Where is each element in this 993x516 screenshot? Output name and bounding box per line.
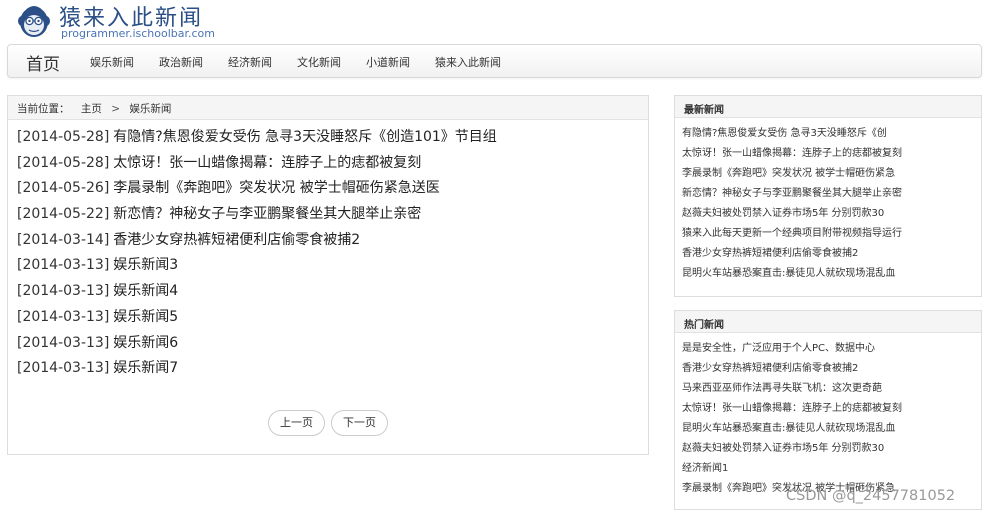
- latest-news-link[interactable]: 李晨录制《奔跑吧》突发状况 被学士帽砸伤紧急: [682, 164, 977, 184]
- nav-link-entertainment[interactable]: 娱乐新闻: [90, 54, 134, 70]
- hot-news-link[interactable]: 是是安全性，广泛应用于个人PC、数据中心: [682, 339, 977, 359]
- latest-news-link[interactable]: 有隐情?焦恩俊爱女受伤 急寻3天没睡怒斥《创: [682, 124, 977, 144]
- hot-news-heading: 热门新闻: [675, 311, 981, 333]
- next-page-button[interactable]: 下一页: [331, 410, 388, 436]
- news-title-link[interactable]: 娱乐新闻6: [113, 335, 178, 351]
- site-logo[interactable]: 猿来入此新闻 programmer.ischoolbar.com: [17, 2, 257, 42]
- nav-home-link[interactable]: 首页: [26, 50, 60, 75]
- hot-news-link[interactable]: 赵薇夫妇被处罚禁入证券市场5年 分别罚款30: [682, 439, 977, 459]
- news-item[interactable]: [2014-05-26] 李晨录制《奔跑吧》突发状况 被学士帽砸伤紧急送医: [17, 177, 648, 203]
- latest-news-link[interactable]: 香港少女穿热裤短裙便利店偷零食被捕2: [682, 244, 977, 264]
- news-date: [2014-05-22]: [17, 206, 110, 223]
- hot-news-link[interactable]: 太惊讶！张一山蜡像揭幕：连脖子上的痣都被复刻: [682, 399, 977, 419]
- top-navbar: 首页 娱乐新闻 政治新闻 经济新闻 文化新闻 小道新闻 猿来入此新闻: [7, 44, 982, 78]
- hot-news-link[interactable]: 昆明火车站暴恐案直击:暴徒见人就砍现场混乱血: [682, 419, 977, 439]
- news-title-link[interactable]: 娱乐新闻7: [113, 360, 178, 376]
- latest-news-link[interactable]: 猿来入此每天更新一个经典项目附带视频指导运行: [682, 224, 977, 244]
- news-item[interactable]: [2014-05-22] 新恋情？神秘女子与李亚鹏聚餐坐其大腿举止亲密: [17, 203, 648, 229]
- news-title-link[interactable]: 有隐情?焦恩俊爱女受伤 急寻3天没睡怒斥《创造101》节目组: [113, 129, 497, 145]
- prev-page-button[interactable]: 上一页: [268, 410, 325, 436]
- news-item[interactable]: [2014-03-13] 娱乐新闻5: [17, 306, 648, 332]
- news-title-link[interactable]: 李晨录制《奔跑吧》突发状况 被学士帽砸伤紧急送医: [113, 180, 439, 196]
- news-item[interactable]: [2014-05-28] 太惊讶！张一山蜡像揭幕：连脖子上的痣都被复刻: [17, 152, 648, 178]
- news-list: [2014-05-28] 有隐情?焦恩俊爱女受伤 急寻3天没睡怒斥《创造101》节…: [8, 120, 648, 383]
- news-title-link[interactable]: 娱乐新闻4: [113, 283, 178, 299]
- latest-news-link[interactable]: 新恋情？神秘女子与李亚鹏聚餐坐其大腿举止亲密: [682, 184, 977, 204]
- monkey-logo-icon: [18, 6, 50, 37]
- hot-news-link[interactable]: 香港少女穿热裤短裙便利店偷零食被捕2: [682, 359, 977, 379]
- news-date: [2014-05-26]: [17, 180, 110, 197]
- csdn-watermark: CSDN @q_2457781052: [786, 488, 956, 504]
- news-item[interactable]: [2014-03-13] 娱乐新闻3: [17, 254, 648, 280]
- latest-news-list: 有隐情?焦恩俊爱女受伤 急寻3天没睡怒斥《创 太惊讶！张一山蜡像揭幕：连脖子上的…: [675, 118, 981, 284]
- news-date: [2014-05-28]: [17, 154, 110, 171]
- hot-news-list: 是是安全性，广泛应用于个人PC、数据中心 香港少女穿热裤短裙便利店偷零食被捕2 …: [675, 333, 981, 499]
- breadcrumb: 当前位置： 主页 > 娱乐新闻: [8, 96, 648, 120]
- pagination: 上一页 下一页: [8, 410, 648, 436]
- nav-link-gossip[interactable]: 小道新闻: [366, 54, 410, 70]
- breadcrumb-current: 娱乐新闻: [129, 103, 172, 115]
- latest-news-link[interactable]: 太惊讶！张一山蜡像揭幕：连脖子上的痣都被复刻: [682, 144, 977, 164]
- news-date: [2014-03-13]: [17, 360, 110, 377]
- news-title-link[interactable]: 太惊讶！张一山蜡像揭幕：连脖子上的痣都被复刻: [113, 155, 421, 171]
- news-date: [2014-03-13]: [17, 334, 110, 351]
- latest-news-link[interactable]: 赵薇夫妇被处罚禁入证券市场5年 分别罚款30: [682, 204, 977, 224]
- news-item[interactable]: [2014-03-13] 娱乐新闻4: [17, 280, 648, 306]
- news-title-link[interactable]: 新恋情？神秘女子与李亚鹏聚餐坐其大腿举止亲密: [113, 206, 421, 222]
- nav-link-politics[interactable]: 政治新闻: [159, 54, 203, 70]
- latest-news-link[interactable]: 昆明火车站暴恐案直击:暴徒见人就砍现场混乱血: [682, 264, 977, 284]
- hot-news-panel: 热门新闻 是是安全性，广泛应用于个人PC、数据中心 香港少女穿热裤短裙便利店偷零…: [674, 310, 982, 510]
- news-item[interactable]: [2014-03-13] 娱乐新闻7: [17, 357, 648, 383]
- nav-link-economy[interactable]: 经济新闻: [228, 54, 272, 70]
- latest-news-panel: 最新新闻 有隐情?焦恩俊爱女受伤 急寻3天没睡怒斥《创 太惊讶！张一山蜡像揭幕：…: [674, 95, 982, 297]
- breadcrumb-separator: >: [111, 103, 120, 115]
- news-item[interactable]: [2014-03-14] 香港少女穿热裤短裙便利店偷零食被捕2: [17, 229, 648, 255]
- news-date: [2014-03-13]: [17, 283, 110, 300]
- nav-links: 娱乐新闻 政治新闻 经济新闻 文化新闻 小道新闻 猿来入此新闻: [90, 54, 526, 70]
- news-item[interactable]: [2014-05-28] 有隐情?焦恩俊爱女受伤 急寻3天没睡怒斥《创造101》节…: [17, 126, 648, 152]
- news-date: [2014-05-28]: [17, 129, 110, 145]
- breadcrumb-label: 当前位置：: [17, 103, 70, 115]
- site-subtitle: programmer.ischoolbar.com: [61, 27, 215, 40]
- news-item[interactable]: [2014-03-13] 娱乐新闻6: [17, 332, 648, 358]
- hot-news-link[interactable]: 马来西亚巫师作法再寻失联飞机：这次更奇葩: [682, 379, 977, 399]
- breadcrumb-home-link[interactable]: 主页: [81, 103, 102, 115]
- news-date: [2014-03-13]: [17, 257, 110, 274]
- news-date: [2014-03-14]: [17, 231, 110, 248]
- news-title-link[interactable]: 香港少女穿热裤短裙便利店偷零食被捕2: [113, 232, 360, 248]
- news-list-panel: 当前位置： 主页 > 娱乐新闻 [2014-05-28] 有隐情?焦恩俊爱女受伤 …: [7, 95, 649, 455]
- latest-news-heading: 最新新闻: [675, 96, 981, 118]
- hot-news-link[interactable]: 经济新闻1: [682, 459, 977, 479]
- news-title-link[interactable]: 娱乐新闻3: [113, 257, 178, 273]
- news-date: [2014-03-13]: [17, 308, 110, 325]
- nav-link-yuanlai[interactable]: 猿来入此新闻: [435, 54, 501, 70]
- nav-link-culture[interactable]: 文化新闻: [297, 54, 341, 70]
- news-title-link[interactable]: 娱乐新闻5: [113, 309, 178, 325]
